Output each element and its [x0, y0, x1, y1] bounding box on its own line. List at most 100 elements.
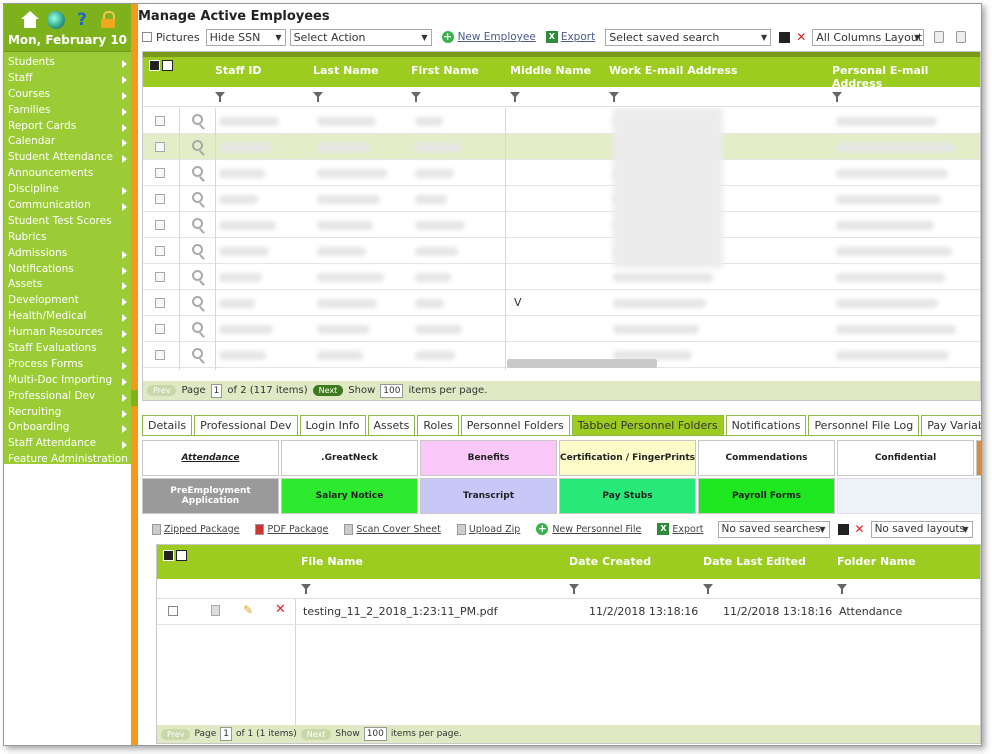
filter-icon[interactable]: [215, 92, 225, 102]
sidebar-item-multi-doc-importing[interactable]: Multi-Doc Importing: [4, 373, 131, 389]
table-row[interactable]: [143, 108, 980, 134]
row-checkbox[interactable]: [155, 116, 165, 126]
view-file-icon[interactable]: [211, 605, 220, 616]
view-record-icon[interactable]: [192, 140, 203, 151]
table-row[interactable]: [143, 134, 980, 160]
sidebar-item-notifications[interactable]: Notifications: [4, 262, 131, 278]
sidebar-item-assets[interactable]: Assets: [4, 277, 131, 293]
folder-button-confidential[interactable]: Confidential: [837, 440, 974, 476]
view-record-icon[interactable]: [192, 114, 203, 125]
tab-tabbed-personnel-folders[interactable]: Tabbed Personnel Folders: [571, 415, 724, 435]
view-record-icon[interactable]: [192, 322, 203, 333]
upload-zip-link[interactable]: Upload Zip: [469, 524, 521, 535]
filter-icon[interactable]: [609, 92, 619, 102]
excel-icon[interactable]: X: [657, 523, 670, 535]
saved-searches-select[interactable]: No saved searches: [717, 520, 830, 538]
save-search-icon[interactable]: [779, 31, 791, 43]
add-icon[interactable]: +: [536, 523, 549, 535]
sidebar-item-admissions[interactable]: Admissions: [4, 246, 131, 262]
filter-icon[interactable]: [313, 92, 323, 102]
tab-assets[interactable]: Assets: [367, 415, 416, 435]
globe-icon[interactable]: [47, 11, 65, 29]
sidebar-item-courses[interactable]: Courses: [4, 87, 131, 103]
row-checkbox[interactable]: [155, 324, 165, 334]
row-checkbox[interactable]: [155, 246, 165, 256]
add-icon[interactable]: +: [441, 31, 454, 43]
table-row[interactable]: ✎ ✕ testing_11_2_2018_1:23:11_PM.pdf 11/…: [157, 599, 980, 625]
tab-personnel-file-log[interactable]: Personnel File Log: [808, 415, 920, 435]
clear-search-icon[interactable]: ✕: [855, 522, 865, 536]
col-date-created[interactable]: Date Created: [569, 555, 651, 568]
folder-button-salary-notice[interactable]: Salary Notice: [281, 478, 418, 514]
filter-icon[interactable]: [832, 92, 842, 102]
sidebar-item-recruiting[interactable]: Recruiting: [4, 405, 131, 421]
sidebar-item-staff[interactable]: Staff: [4, 71, 131, 87]
col-middle-name[interactable]: Middle Name: [510, 64, 591, 77]
tab-professional-dev[interactable]: Professional Dev: [194, 415, 298, 435]
tab-pay-variables[interactable]: Pay Variables: [921, 415, 981, 435]
ssn-select[interactable]: Hide SSN: [205, 28, 286, 46]
sidebar-item-communication[interactable]: Communication: [4, 198, 131, 214]
help-icon[interactable]: ?: [73, 11, 91, 29]
sidebar-item-onboarding[interactable]: Onboarding: [4, 420, 131, 436]
folder-button-pay-stubs[interactable]: Pay Stubs: [559, 478, 696, 514]
col-file-name[interactable]: File Name: [301, 555, 363, 568]
col-first-name[interactable]: First Name: [411, 64, 479, 77]
row-checkbox[interactable]: [155, 272, 165, 282]
view-record-icon[interactable]: [192, 270, 203, 281]
row-checkbox[interactable]: [155, 142, 165, 152]
view-record-icon[interactable]: [192, 166, 203, 177]
tab-login-info[interactable]: Login Info: [299, 415, 366, 435]
home-icon[interactable]: [21, 11, 39, 29]
filter-icon[interactable]: [411, 92, 421, 102]
filter-icon[interactable]: [703, 584, 713, 594]
export-link[interactable]: Export: [561, 31, 595, 43]
folder-button-certification-fingerprints[interactable]: Certification / FingerPrints: [559, 440, 696, 476]
row-checkbox[interactable]: [155, 194, 165, 204]
col-work-email[interactable]: Work E-mail Address: [609, 64, 737, 77]
sidebar-item-staff-evaluations[interactable]: Staff Evaluations: [4, 341, 131, 357]
sidebar-item-student-attendance[interactable]: Student Attendance: [4, 150, 131, 166]
folder-button-payroll-forms[interactable]: Payroll Forms: [698, 478, 835, 514]
sidebar-item-staff-attendance[interactable]: Staff Attendance: [4, 436, 131, 452]
sidebar-item-process-forms[interactable]: Process Forms: [4, 357, 131, 373]
sidebar-item-rubrics[interactable]: Rubrics: [4, 230, 131, 246]
sidebar-item-report-cards[interactable]: Report Cards: [4, 119, 131, 135]
saved-layouts-select[interactable]: No saved layouts: [870, 520, 973, 538]
layout-select[interactable]: All Columns Layout: [812, 28, 925, 46]
lock-icon[interactable]: [99, 11, 117, 29]
row-checkbox[interactable]: [155, 220, 165, 230]
tab-details[interactable]: Details: [142, 415, 193, 435]
sidebar-item-feature-administration[interactable]: Feature Administration: [4, 452, 131, 468]
horizontal-scrollbar[interactable]: [507, 359, 657, 368]
edit-columns-icon[interactable]: [162, 60, 173, 71]
table-row[interactable]: [143, 238, 980, 264]
clear-search-icon[interactable]: ✕: [796, 30, 806, 44]
col-staff-id[interactable]: Staff ID: [215, 64, 262, 77]
scan-cover-sheet-link[interactable]: Scan Cover Sheet: [356, 524, 440, 535]
sidebar-item-announcements[interactable]: Announcements: [4, 166, 131, 182]
col-last-name[interactable]: Last Name: [313, 64, 379, 77]
export-link[interactable]: Export: [672, 524, 703, 535]
folder-button-attendance[interactable]: Attendance: [142, 440, 279, 476]
view-record-icon[interactable]: [192, 296, 203, 307]
next-page-button[interactable]: Next: [312, 385, 344, 396]
select-all-icon[interactable]: [163, 550, 174, 561]
edit-icon[interactable]: ✎: [243, 603, 253, 617]
filter-icon[interactable]: [569, 584, 579, 594]
view-record-icon[interactable]: [192, 348, 203, 359]
folder-button-benefits[interactable]: Benefits: [420, 440, 557, 476]
excel-icon[interactable]: X: [545, 31, 558, 43]
new-personnel-file-link[interactable]: New Personnel File: [552, 524, 641, 535]
save-search-icon[interactable]: [837, 523, 849, 535]
saved-search-select[interactable]: Select saved search: [605, 28, 772, 46]
prev-page-button[interactable]: Prev: [147, 385, 177, 396]
folder-button--greatneck[interactable]: .GreatNeck: [281, 440, 418, 476]
tab-notifications[interactable]: Notifications: [725, 415, 807, 435]
view-record-icon[interactable]: [192, 218, 203, 229]
tab-personnel-folders[interactable]: Personnel Folders: [460, 415, 570, 435]
table-row[interactable]: [143, 186, 980, 212]
settings-icon[interactable]: [934, 31, 945, 43]
per-page-select[interactable]: 100: [363, 727, 387, 741]
row-checkbox[interactable]: [155, 298, 165, 308]
